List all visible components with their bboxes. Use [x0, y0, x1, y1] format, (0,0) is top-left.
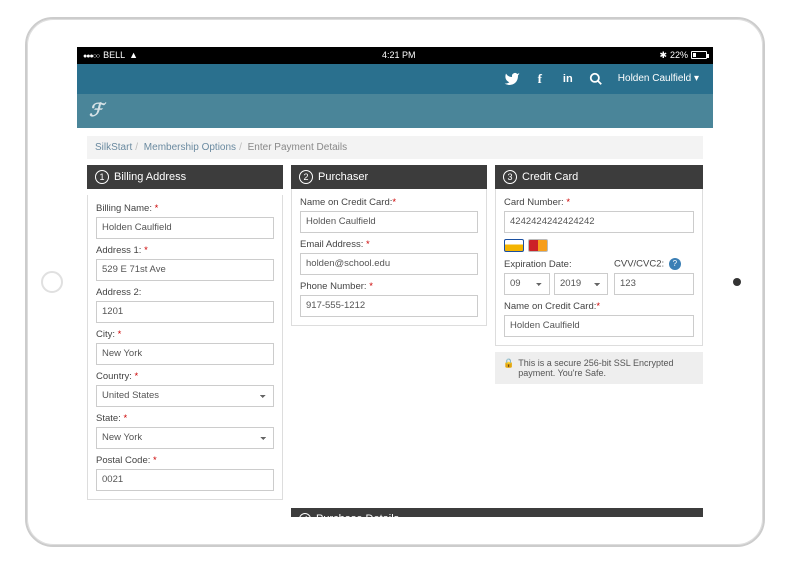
- exp-label: Expiration Date:: [504, 259, 608, 270]
- clock: 4:21 PM: [138, 50, 659, 60]
- state-select[interactable]: New York: [96, 427, 274, 449]
- top-nav: f in Holden Caulfield ▾: [77, 64, 713, 94]
- twitter-icon[interactable]: [500, 67, 524, 91]
- breadcrumb-options[interactable]: Membership Options: [144, 142, 236, 153]
- card-num-label: Card Number: *: [504, 197, 694, 208]
- card-type-icons: [504, 239, 694, 252]
- billing-name-input[interactable]: [96, 217, 274, 239]
- phone-input[interactable]: [300, 295, 478, 317]
- addr2-label: Address 2:: [96, 287, 274, 298]
- card-panel: Card Number: * Expiration Date: 09: [495, 189, 703, 346]
- step-1-icon: 1: [95, 170, 109, 184]
- screen: BELL ▲ 4:21 PM ✱ 22% f in Holden Caulfie…: [77, 47, 713, 517]
- addr1-input[interactable]: [96, 259, 274, 281]
- mastercard-icon: [528, 239, 548, 252]
- breadcrumb: SilkStart/ Membership Options/ Enter Pay…: [87, 136, 703, 159]
- email-input[interactable]: [300, 253, 478, 275]
- user-menu[interactable]: Holden Caulfield ▾: [612, 73, 705, 84]
- card-header: 3 Credit Card: [495, 165, 703, 189]
- signal-dots-icon: [83, 50, 99, 60]
- purchaser-header: 2 Purchaser: [291, 165, 487, 189]
- addr2-input[interactable]: [96, 301, 274, 323]
- purchaser-name-label: Name on Credit Card:*: [300, 197, 478, 208]
- chevron-down-icon: ▾: [694, 73, 699, 84]
- card-name-input[interactable]: [504, 315, 694, 337]
- purchase-header: ✓ Purchase Details: [291, 508, 703, 517]
- billing-header: 1 Billing Address: [87, 165, 283, 189]
- facebook-icon[interactable]: f: [528, 67, 552, 91]
- country-select[interactable]: United States: [96, 385, 274, 407]
- card-num-input[interactable]: [504, 211, 694, 233]
- lock-icon: [503, 358, 514, 378]
- step-2-icon: 2: [299, 170, 313, 184]
- phone-label: Phone Number: *: [300, 281, 478, 292]
- help-icon[interactable]: ?: [669, 258, 681, 270]
- home-button[interactable]: [41, 271, 63, 293]
- page-content: SilkStart/ Membership Options/ Enter Pay…: [77, 128, 713, 517]
- state-label: State: *: [96, 413, 274, 424]
- visa-icon: [504, 239, 524, 252]
- tablet-frame: BELL ▲ 4:21 PM ✱ 22% f in Holden Caulfie…: [25, 17, 765, 547]
- battery-pct: 22%: [670, 50, 688, 60]
- step-3-icon: 3: [503, 170, 517, 184]
- bluetooth-icon: ✱: [659, 50, 667, 61]
- search-icon[interactable]: [584, 67, 608, 91]
- city-label: City: *: [96, 329, 274, 340]
- exp-year-select[interactable]: 2019: [554, 273, 608, 295]
- cvv-label: CVV/CVC2: ?: [614, 258, 694, 270]
- status-bar: BELL ▲ 4:21 PM ✱ 22%: [77, 47, 713, 64]
- postal-input[interactable]: [96, 469, 274, 491]
- brand-logo-icon[interactable]: ℱ: [89, 100, 103, 121]
- card-name-label: Name on Credit Card:*: [504, 301, 694, 312]
- billing-panel: Billing Name: * Address 1: * Address 2: …: [87, 195, 283, 500]
- ssl-notice: This is a secure 256-bit SSL Encrypted p…: [495, 352, 703, 384]
- exp-month-select[interactable]: 09: [504, 273, 550, 295]
- postal-label: Postal Code: *: [96, 455, 274, 466]
- purchaser-panel: Name on Credit Card:* Email Address: * P…: [291, 189, 487, 326]
- carrier-label: BELL: [103, 50, 125, 60]
- check-icon: ✓: [299, 513, 311, 517]
- battery-icon: [691, 51, 707, 59]
- camera-dot: [733, 278, 741, 286]
- logo-bar: ℱ: [77, 94, 713, 128]
- city-input[interactable]: [96, 343, 274, 365]
- country-label: Country: *: [96, 371, 274, 382]
- cvv-input[interactable]: [614, 273, 694, 295]
- linkedin-icon[interactable]: in: [556, 67, 580, 91]
- breadcrumb-current: Enter Payment Details: [248, 142, 348, 153]
- purchaser-name-input[interactable]: [300, 211, 478, 233]
- breadcrumb-home[interactable]: SilkStart: [95, 142, 132, 153]
- wifi-icon: ▲: [129, 50, 138, 60]
- billing-name-label: Billing Name: *: [96, 203, 274, 214]
- addr1-label: Address 1: *: [96, 245, 274, 256]
- email-label: Email Address: *: [300, 239, 478, 250]
